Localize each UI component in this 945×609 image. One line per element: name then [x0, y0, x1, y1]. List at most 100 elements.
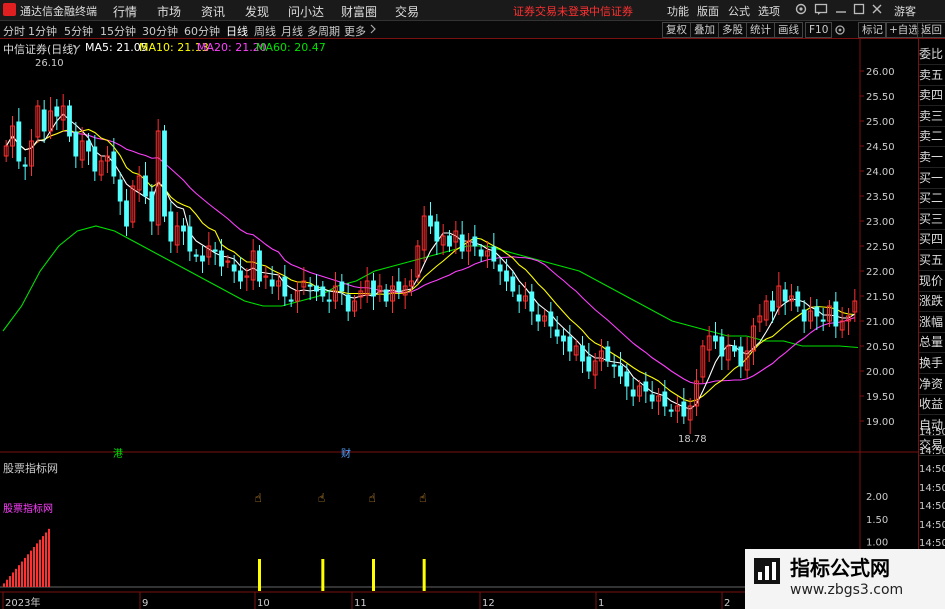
period-60min[interactable]: 60分钟 [184, 23, 220, 39]
guest-label[interactable]: 游客 [894, 3, 916, 19]
candle-body [643, 381, 649, 392]
candle-body [200, 255, 205, 262]
candle-body [447, 235, 452, 247]
right-tab-2[interactable]: 卖四 [919, 85, 945, 107]
ind-red-bar [15, 568, 17, 587]
x-tick-label: 12 [482, 598, 495, 609]
candle-body [149, 191, 155, 222]
candle-body [168, 211, 174, 242]
period-15min[interactable]: 15分钟 [100, 23, 136, 39]
signal-bar [258, 559, 261, 591]
multi-stock-button[interactable]: 多股 [718, 22, 747, 38]
overlay-button[interactable]: 叠加 [690, 22, 719, 38]
menu-gongneng[interactable]: 功能 [667, 3, 689, 19]
candle-body [314, 285, 319, 292]
menu-wenxiaoda[interactable]: 问小达 [288, 3, 324, 20]
right-tab-7[interactable]: 买二 [919, 188, 945, 210]
finance-marker[interactable]: 财 [341, 445, 351, 460]
period-monthly[interactable]: 月线 [281, 23, 303, 39]
message-icon[interactable] [814, 2, 828, 16]
right-tab-4[interactable]: 卖二 [919, 126, 945, 148]
right-tab-15[interactable]: 换手 [919, 353, 945, 374]
candle-body [624, 371, 630, 387]
right-tab-13[interactable]: 涨幅 [919, 312, 945, 333]
candle-body [434, 221, 440, 242]
right-tab-12[interactable]: 涨跌 [919, 291, 945, 313]
y-tick-label: 20.50 [866, 342, 895, 353]
menu-gongshi[interactable]: 公式 [728, 3, 750, 19]
right-tab-11[interactable]: 现价 [919, 271, 945, 292]
candle-body [472, 236, 478, 247]
chevron-down-icon[interactable] [72, 42, 81, 51]
period-5min[interactable]: 5分钟 [64, 23, 93, 39]
back-button[interactable]: 返回 [917, 22, 945, 38]
candle-body [345, 294, 351, 312]
menu-faxian[interactable]: 发现 [245, 3, 269, 20]
menu-jiaoyi[interactable]: 交易 [395, 3, 419, 20]
period-more[interactable]: 更多 [344, 23, 366, 39]
right-tab-9[interactable]: 买四 [919, 229, 945, 251]
chevron-right-icon[interactable] [369, 24, 377, 34]
y-tick-label: 22.50 [866, 242, 895, 253]
adjust-button[interactable]: 复权 [662, 22, 691, 38]
right-time-0: 14:50 [919, 427, 945, 438]
ind-tick-label: 2.00 [866, 492, 888, 503]
stats-button[interactable]: 统计 [746, 22, 775, 38]
candle-body [668, 409, 674, 412]
right-tab-5[interactable]: 卖一 [919, 147, 945, 168]
right-tab-1[interactable]: 卖五 [919, 65, 945, 86]
candle-body [713, 335, 718, 342]
title-bar: 通达信金融终端 行情 市场 资讯 发现 问小达 财富圈 交易 证券交易未登录 中… [0, 0, 945, 21]
candle-body [371, 280, 376, 297]
menu-shichang[interactable]: 市场 [157, 3, 181, 20]
right-tab-14[interactable]: 总量 [919, 332, 945, 354]
right-tab-0[interactable]: 委比 [919, 44, 945, 65]
candle-body [193, 254, 199, 257]
menu-banmian[interactable]: 版面 [697, 3, 719, 19]
menu-caifuquan[interactable]: 财富圈 [341, 3, 377, 20]
kline-chart[interactable]: 19.0019.5020.0020.5021.0021.5022.0022.50… [0, 38, 919, 609]
candle-body [73, 131, 79, 157]
candle-body [212, 249, 218, 252]
right-tab-17[interactable]: 收益 [919, 394, 945, 416]
x-tick-label: 9 [142, 598, 148, 609]
hk-marker[interactable]: 港 [113, 445, 123, 460]
candlestick-series [3, 94, 858, 434]
signal-hand: ☝ [419, 491, 426, 505]
right-tab-6[interactable]: 买一 [919, 168, 945, 189]
ma60-label: MA60: 20.47 [256, 41, 326, 54]
right-tab-3[interactable]: 卖三 [919, 106, 945, 127]
menu-hangqing[interactable]: 行情 [113, 3, 137, 20]
right-tab-10[interactable]: 买五 [919, 250, 945, 271]
mark-button[interactable]: 标记 [858, 22, 887, 38]
candle-body [54, 106, 60, 117]
candle-body [801, 309, 807, 322]
period-1min[interactable]: 1分钟 [28, 23, 57, 39]
candle-body [630, 389, 636, 397]
candle-body [459, 234, 465, 252]
candle-body [41, 109, 47, 132]
watermark-logo-icon [752, 556, 782, 586]
time-axis: 2023年 9 10 11 12 1 2 [2, 592, 730, 609]
right-time-2: 14:50 [919, 464, 945, 475]
candle-body [662, 391, 668, 407]
login-warning[interactable]: 证券交易未登录 [513, 3, 590, 19]
maximize-icon[interactable] [852, 2, 866, 16]
signal-hand: ☝ [255, 491, 262, 505]
menu-xuanxiang[interactable]: 选项 [758, 3, 780, 19]
close-icon[interactable] [870, 2, 884, 16]
ind-red-bar [33, 547, 35, 587]
period-30min[interactable]: 30分钟 [142, 23, 178, 39]
period-fenshi[interactable]: 分时 [3, 23, 25, 39]
candle-body [326, 299, 332, 302]
settings-icon[interactable] [794, 2, 808, 16]
f10-button[interactable]: F10 [805, 22, 833, 38]
period-multi[interactable]: 多周期 [307, 23, 340, 39]
right-tab-8[interactable]: 买三 [919, 209, 945, 230]
period-weekly[interactable]: 周线 [254, 23, 276, 39]
period-daily[interactable]: 日线 [226, 23, 248, 39]
menu-zixun[interactable]: 资讯 [201, 3, 225, 20]
draw-line-button[interactable]: 画线 [774, 22, 803, 38]
minimize-icon[interactable] [834, 2, 848, 16]
right-tab-16[interactable]: 净资 [919, 374, 945, 395]
